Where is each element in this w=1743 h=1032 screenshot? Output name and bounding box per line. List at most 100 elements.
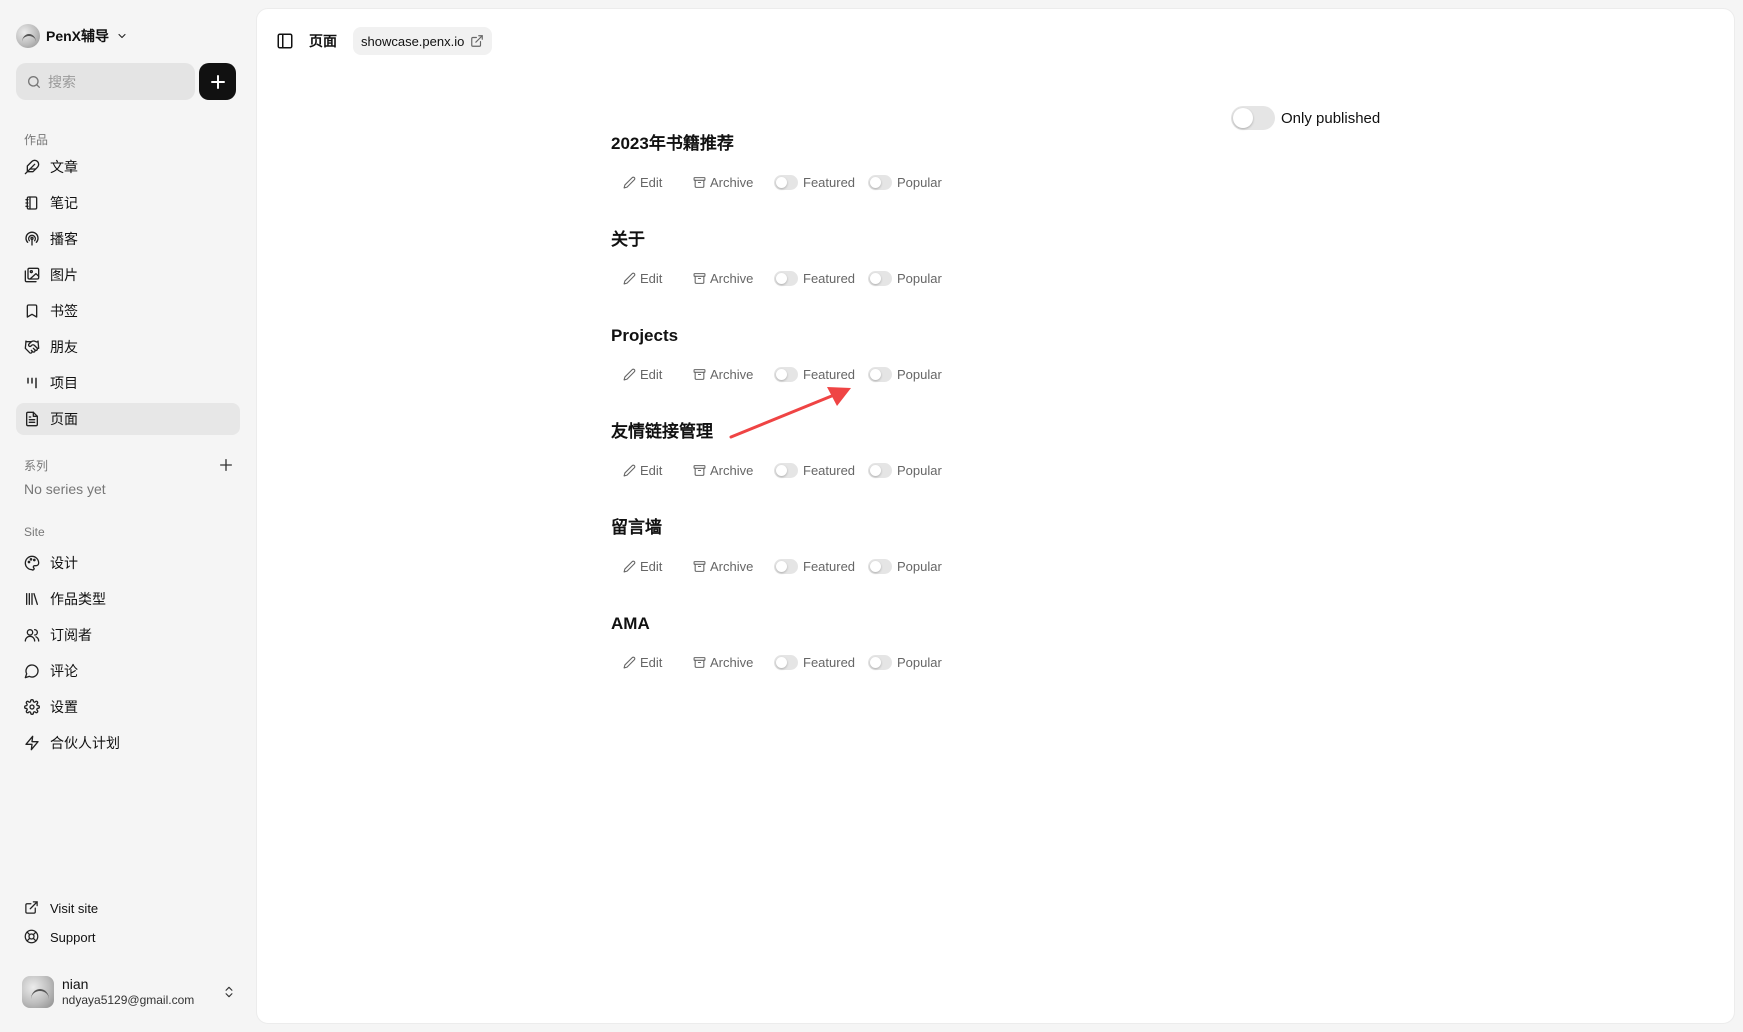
pencil-icon <box>623 464 636 477</box>
bookmark-icon <box>24 303 40 319</box>
page-title: 页面 <box>309 33 337 49</box>
chevrons-up-down-icon <box>222 985 236 999</box>
sidebar-item-images[interactable]: 图片 <box>16 259 240 291</box>
topbar: 页面 showcase.penx.io <box>271 27 493 55</box>
page-item-title[interactable]: 留言墙 <box>611 517 1211 539</box>
popular-toggle[interactable]: Popular <box>868 366 942 382</box>
toggle-knob <box>776 368 787 380</box>
sidebar-item-posts[interactable]: 文章 <box>16 151 240 183</box>
featured-toggle[interactable]: Featured <box>774 654 868 670</box>
sidebar-item-pages[interactable]: 页面 <box>16 403 240 435</box>
featured-switch[interactable] <box>774 558 798 574</box>
edit-button[interactable]: Edit <box>623 367 693 382</box>
popular-switch[interactable] <box>868 366 892 382</box>
archive-label: Archive <box>710 462 754 478</box>
external-link-icon <box>24 900 40 916</box>
toggle-sidebar-button[interactable] <box>271 27 299 55</box>
site-section-label: Site <box>24 525 45 539</box>
archive-label: Archive <box>710 270 754 286</box>
page-item-title[interactable]: 关于 <box>611 229 1211 251</box>
popular-switch[interactable] <box>868 462 892 478</box>
chevron-down-icon <box>116 30 128 42</box>
popular-switch[interactable] <box>868 174 892 190</box>
sidebar-item-label: 设置 <box>50 699 78 715</box>
popular-toggle[interactable]: Popular <box>868 270 942 286</box>
create-button[interactable] <box>199 63 236 100</box>
page-item-actions: Edit Archive Featured Popular <box>611 556 1211 576</box>
popular-label: Popular <box>897 462 942 478</box>
archive-label: Archive <box>710 654 754 670</box>
archive-button[interactable]: Archive <box>693 463 774 478</box>
archive-button[interactable]: Archive <box>693 271 774 286</box>
user-meta: nian ndyaya5129@gmail.com <box>62 976 214 1007</box>
featured-toggle[interactable]: Featured <box>774 174 868 190</box>
sidebar-item-bookmarks[interactable]: 书签 <box>16 295 240 327</box>
edit-button[interactable]: Edit <box>623 271 693 286</box>
search-box[interactable] <box>16 63 195 100</box>
popular-toggle[interactable]: Popular <box>868 174 942 190</box>
external-link-icon <box>470 34 484 48</box>
support-link[interactable]: Support <box>16 924 240 950</box>
main-panel: 页面 showcase.penx.io Only published 2023年… <box>256 8 1735 1024</box>
popular-switch[interactable] <box>868 270 892 286</box>
archive-button[interactable]: Archive <box>693 559 774 574</box>
pencil-icon <box>623 272 636 285</box>
popular-toggle[interactable]: Popular <box>868 558 942 574</box>
featured-label: Featured <box>803 558 856 574</box>
edit-button[interactable]: Edit <box>623 175 693 190</box>
featured-toggle[interactable]: Featured <box>774 558 868 574</box>
sidebar-item-partner-program[interactable]: 合伙人计划 <box>16 727 240 759</box>
featured-switch[interactable] <box>774 654 798 670</box>
toggle-knob <box>870 272 881 284</box>
sidebar-item-podcasts[interactable]: 播客 <box>16 223 240 255</box>
sidebar-item-label: 评论 <box>50 663 78 679</box>
edit-button[interactable]: Edit <box>623 655 693 670</box>
page-list-item: 2023年书籍推荐 Edit Archive Featured Popular <box>611 133 1211 229</box>
only-published-toggle[interactable] <box>1231 106 1275 130</box>
popular-switch[interactable] <box>868 654 892 670</box>
archive-button[interactable]: Archive <box>693 175 774 190</box>
sidebar-item-work-types[interactable]: 作品类型 <box>16 583 240 615</box>
popular-label: Popular <box>897 558 942 574</box>
sidebar-item-comments[interactable]: 评论 <box>16 655 240 687</box>
popular-switch[interactable] <box>868 558 892 574</box>
site-url-link[interactable]: showcase.penx.io <box>353 27 493 55</box>
add-series-button[interactable] <box>218 457 234 473</box>
featured-switch[interactable] <box>774 270 798 286</box>
sidebar-item-projects[interactable]: 项目 <box>16 367 240 399</box>
search-input[interactable] <box>48 73 168 90</box>
site-logo <box>16 24 40 48</box>
sidebar-item-settings[interactable]: 设置 <box>16 691 240 723</box>
users-icon <box>24 627 40 643</box>
popular-label: Popular <box>897 654 942 670</box>
edit-button[interactable]: Edit <box>623 559 693 574</box>
site-switcher[interactable]: PenX辅导 <box>16 22 128 50</box>
toggle-knob <box>870 464 881 476</box>
visit-site-link[interactable]: Visit site <box>16 895 240 921</box>
page-item-title[interactable]: 2023年书籍推荐 <box>611 133 1211 155</box>
site-nav: 设计 作品类型 订阅者 评论 设置 合伙人计划 <box>16 547 240 763</box>
sidebar-item-subscribers[interactable]: 订阅者 <box>16 619 240 651</box>
sidebar-item-notes[interactable]: 笔记 <box>16 187 240 219</box>
toggle-knob <box>1233 108 1253 128</box>
sidebar-item-design[interactable]: 设计 <box>16 547 240 579</box>
sidebar-item-friends[interactable]: 朋友 <box>16 331 240 363</box>
page-item-title[interactable]: AMA <box>611 613 1211 635</box>
page-item-actions: Edit Archive Featured Popular <box>611 268 1211 288</box>
projects-icon <box>24 375 40 391</box>
archive-button[interactable]: Archive <box>693 655 774 670</box>
archive-label: Archive <box>710 174 754 190</box>
zap-icon <box>24 735 40 751</box>
featured-switch[interactable] <box>774 174 798 190</box>
popular-toggle[interactable]: Popular <box>868 462 942 478</box>
featured-switch[interactable] <box>774 462 798 478</box>
popular-toggle[interactable]: Popular <box>868 654 942 670</box>
sidebar-item-label: 合伙人计划 <box>50 735 120 751</box>
user-menu[interactable]: nian ndyaya5129@gmail.com <box>22 972 236 1012</box>
featured-toggle[interactable]: Featured <box>774 462 868 478</box>
page-item-title[interactable]: 友情链接管理 <box>611 421 1211 443</box>
featured-toggle[interactable]: Featured <box>774 270 868 286</box>
edit-button[interactable]: Edit <box>623 463 693 478</box>
site-name: PenX辅导 <box>46 28 110 44</box>
page-item-title[interactable]: Projects <box>611 325 1211 347</box>
